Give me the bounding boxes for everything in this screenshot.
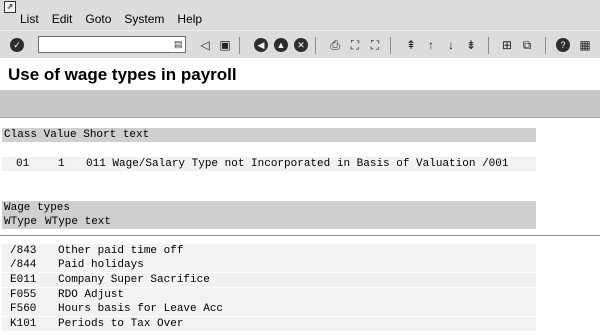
cancel-icon[interactable]: ✕	[292, 36, 310, 54]
wtype-code[interactable]: /844	[10, 258, 36, 272]
first-page-icon[interactable]: ⇞	[402, 36, 420, 54]
divider	[0, 235, 600, 236]
save-icon[interactable]: ▣	[216, 36, 234, 54]
help-icon[interactable]: ?	[554, 36, 572, 54]
next-page-icon[interactable]: ↓	[442, 36, 460, 54]
toolbar-separator	[390, 37, 391, 54]
menu-help[interactable]: Help	[177, 12, 202, 26]
enter-icon[interactable]: ✓	[8, 36, 26, 54]
system-menu-icon[interactable]: ⇗	[4, 1, 16, 13]
menu-bar: ⇗ List Edit Goto System Help	[0, 0, 600, 30]
toolbar-separator	[545, 37, 546, 54]
wage-types-title-band	[2, 201, 536, 215]
short-text-cell[interactable]: 011 Wage/Salary Type not Incorporated in…	[86, 157, 508, 171]
menu-system[interactable]: System	[124, 12, 164, 26]
customize-layout-icon[interactable]: ▦	[576, 36, 594, 54]
class-header: Class Value Short text	[4, 129, 150, 141]
wtype-code[interactable]: /843	[10, 244, 36, 258]
menu-list[interactable]: List	[20, 12, 39, 26]
wtype-text[interactable]: Hours basis for Leave Acc	[58, 302, 223, 316]
find-next-icon[interactable]: ⛶	[366, 36, 384, 54]
wage-types-title: Wage types	[4, 202, 71, 214]
command-field[interactable]: ▤	[38, 36, 186, 53]
wtype-text[interactable]: Paid holidays	[58, 258, 144, 272]
print-icon[interactable]: ⎙	[326, 36, 344, 54]
wtype-text[interactable]: Company Super Sacrifice	[58, 273, 210, 287]
wtype-column-header: WType	[4, 216, 38, 228]
wtype-text[interactable]: Other paid time off	[58, 244, 183, 258]
class-cell[interactable]: 01	[16, 157, 29, 171]
wtype-text[interactable]: RDO Adjust	[58, 288, 124, 302]
shortcut-icon[interactable]: ⧉	[518, 36, 536, 54]
collapse-icon[interactable]: ◁	[196, 36, 214, 54]
list-output: Class Value Short text 01 1 011 Wage/Sal…	[0, 118, 600, 335]
wtype-code[interactable]: F560	[10, 302, 36, 316]
exit-icon[interactable]: ▲	[272, 36, 290, 54]
standard-toolbar: ✓ ▤ ◁ ▣ ◀ ▲ ✕ ⎙ ⛶ ⛶ ⇞ ↑ ↓ ⇟ ⊞ ⧉ ? ▦	[0, 30, 600, 60]
menu-goto[interactable]: Goto	[85, 12, 111, 26]
previous-page-icon[interactable]: ↑	[422, 36, 440, 54]
toolbar-separator	[315, 37, 316, 54]
history-icon[interactable]: ▤	[174, 39, 183, 50]
wtype-text[interactable]: Periods to Tax Over	[58, 317, 183, 331]
wtype-code[interactable]: K101	[10, 317, 36, 331]
create-session-icon[interactable]: ⊞	[498, 36, 516, 54]
toolbar-separator	[239, 37, 240, 54]
page-title: Use of wage types in payroll	[8, 65, 237, 84]
menu-edit[interactable]: Edit	[52, 12, 73, 26]
wtype-code[interactable]: F055	[10, 288, 36, 302]
title-bar: Use of wage types in payroll	[0, 58, 600, 91]
application-toolbar	[0, 90, 600, 118]
back-icon[interactable]: ◀	[252, 36, 270, 54]
find-icon[interactable]: ⛶	[346, 36, 364, 54]
menu-items: List Edit Goto System Help	[20, 12, 202, 26]
wtype-text-column-header: WType text	[45, 216, 112, 228]
last-page-icon[interactable]: ⇟	[462, 36, 480, 54]
toolbar-separator	[488, 37, 489, 54]
wtype-code[interactable]: E011	[10, 273, 36, 287]
value-cell[interactable]: 1	[58, 157, 65, 171]
